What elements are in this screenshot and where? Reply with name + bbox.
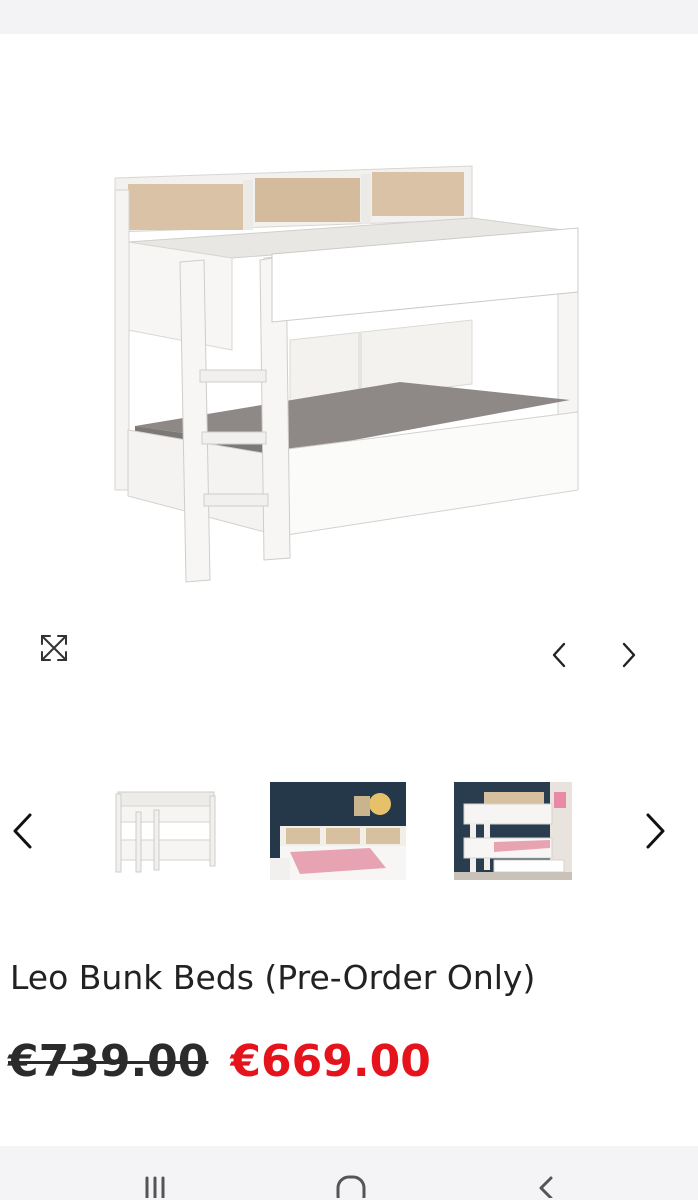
recent-apps-icon[interactable] [130,1168,180,1200]
thumbnail-2[interactable] [270,782,406,880]
top-bar [0,0,698,34]
sale-price: €669.00 [230,1036,431,1087]
thumbnail-next-icon[interactable] [634,806,678,856]
thumbnail-1[interactable] [100,782,236,880]
chevron-right-icon[interactable] [610,636,648,674]
chevron-left-icon[interactable] [540,636,578,674]
product-page: Leo Bunk Beds (Pre-Order Only) €739.00 €… [0,0,698,1200]
old-price: €739.00 [8,1036,209,1087]
main-product-image[interactable] [100,150,600,590]
home-icon[interactable] [326,1168,376,1200]
expand-icon[interactable] [34,628,74,668]
price-row: €739.00 €669.00 [8,1036,431,1087]
product-title: Leo Bunk Beds (Pre-Order Only) [10,958,536,997]
back-icon[interactable] [520,1168,570,1200]
thumbnail-prev-icon[interactable] [0,806,44,856]
thumbnail-3[interactable] [454,782,572,880]
